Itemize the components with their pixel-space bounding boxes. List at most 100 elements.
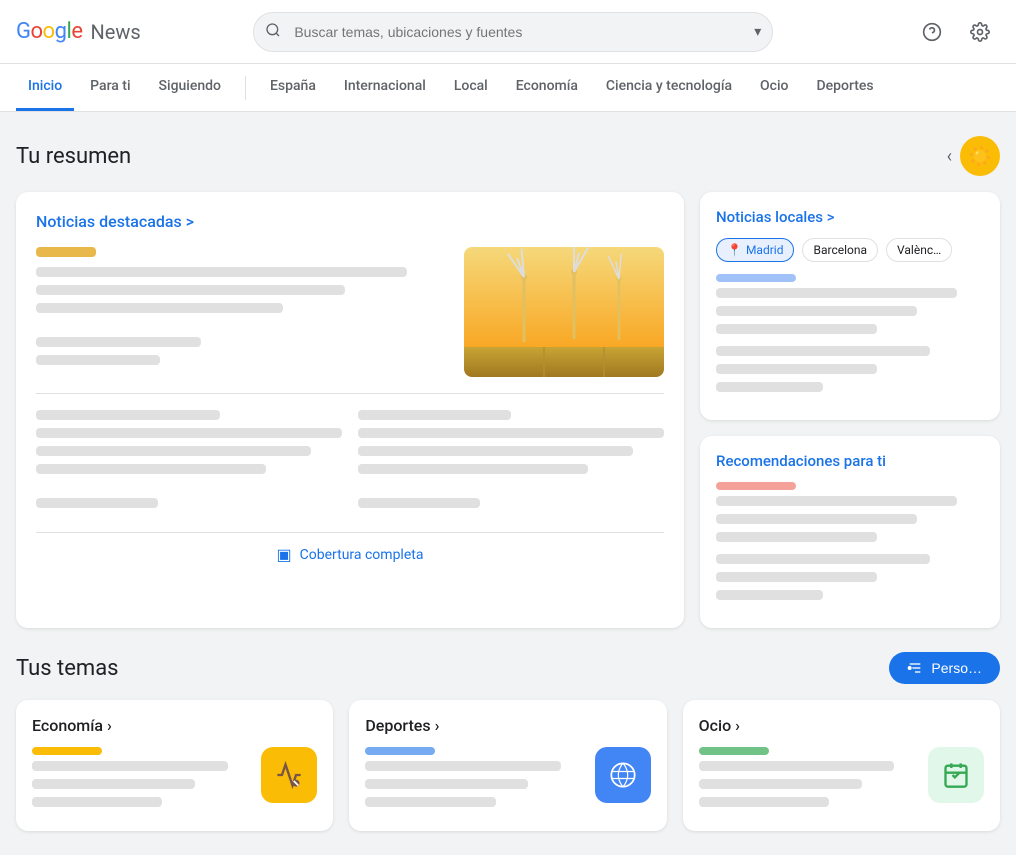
nav-bar: Inicio Para ti Siguiendo España Internac… bbox=[0, 64, 1016, 112]
skel-source-1 bbox=[36, 410, 220, 420]
help-button[interactable] bbox=[912, 12, 952, 52]
resumen-title: Tu resumen bbox=[16, 144, 131, 169]
header-icons bbox=[912, 12, 1000, 52]
settings-button[interactable] bbox=[960, 12, 1000, 52]
nav-item-espana[interactable]: España bbox=[258, 64, 328, 111]
nav-item-local[interactable]: Local bbox=[442, 64, 500, 111]
weather-widget: ‹ ☀️ bbox=[947, 136, 1000, 176]
featured-news-link[interactable]: Noticias destacadas > bbox=[36, 212, 664, 231]
news-text-large bbox=[36, 247, 448, 377]
recommendations-link[interactable]: Recomendaciones para ti bbox=[716, 452, 984, 470]
pin-icon: 📍 bbox=[727, 243, 742, 257]
nav-item-deportes[interactable]: Deportes bbox=[805, 64, 886, 111]
main-content: Tu resumen ‹ ☀️ Noticias destacadas > bbox=[0, 112, 1016, 855]
skel-headline-1c bbox=[36, 464, 266, 474]
tema-economia-text bbox=[32, 747, 249, 815]
coverage-footer[interactable]: ▣ Cobertura completa bbox=[36, 532, 664, 564]
personalizar-button[interactable]: Perso… bbox=[889, 652, 1000, 684]
tema-deportes-text bbox=[365, 747, 582, 815]
tema-ocio-text bbox=[699, 747, 916, 815]
news-item-large bbox=[36, 247, 664, 394]
ocio-icon bbox=[928, 747, 984, 803]
search-bar: ▾ bbox=[253, 12, 773, 52]
nav-item-economia[interactable]: Economía bbox=[504, 64, 590, 111]
featured-news-card: Noticias destacadas > bbox=[16, 192, 684, 628]
tema-card-deportes-header: Deportes › bbox=[365, 716, 650, 735]
skel-headline-1b bbox=[36, 446, 311, 456]
nav-item-ciencia[interactable]: Ciencia y tecnología bbox=[594, 64, 744, 111]
wind-farm-image bbox=[464, 247, 664, 377]
skeleton-headline-2 bbox=[36, 285, 345, 295]
tema-card-economia-header: Economía › bbox=[32, 716, 317, 735]
tema-card-economia: Economía › bbox=[16, 700, 333, 831]
skel-source-2 bbox=[358, 410, 511, 420]
skel-local-tag-1 bbox=[716, 274, 796, 282]
chip-barcelona-label: Barcelona bbox=[813, 243, 867, 257]
tema-ocio-link[interactable]: Ocio › bbox=[699, 716, 740, 735]
tema-deportes-link[interactable]: Deportes › bbox=[365, 716, 439, 735]
tema-card-deportes: Deportes › bbox=[349, 700, 666, 831]
news-bottom-item-1 bbox=[36, 410, 342, 516]
sidebar: Noticias locales > 📍 Madrid Barcelona Va… bbox=[700, 192, 1000, 628]
news-logo-text: News bbox=[90, 20, 140, 44]
rec-news-item-2 bbox=[716, 554, 984, 600]
chip-valencia[interactable]: Valènc… bbox=[886, 238, 952, 262]
nav-item-siguiendo[interactable]: Siguiendo bbox=[147, 64, 233, 111]
search-icon bbox=[265, 22, 281, 42]
skeleton-date bbox=[36, 337, 201, 347]
temas-grid: Economía › bbox=[16, 700, 1000, 831]
local-news-item-2 bbox=[716, 346, 984, 392]
skeleton-tag bbox=[36, 247, 96, 257]
skel-headline-2a bbox=[358, 428, 664, 438]
google-logo: Google bbox=[16, 19, 82, 44]
rec-news-item-1 bbox=[716, 482, 984, 542]
coverage-text: Cobertura completa bbox=[300, 547, 424, 563]
tema-economia-content bbox=[32, 747, 317, 815]
content-grid: Noticias destacadas > bbox=[16, 192, 1000, 628]
skel-headline-1a bbox=[36, 428, 342, 438]
logo-area: Google News bbox=[16, 19, 176, 44]
resumen-section-header: Tu resumen ‹ ☀️ bbox=[16, 136, 1000, 176]
skeleton-source bbox=[36, 355, 160, 365]
skel-rec-tag-1 bbox=[716, 482, 796, 490]
nav-item-ocio[interactable]: Ocio bbox=[748, 64, 800, 111]
nav-item-para-ti[interactable]: Para ti bbox=[78, 64, 142, 111]
chip-madrid-label: Madrid bbox=[746, 243, 784, 257]
weather-icon: ☀️ bbox=[960, 136, 1000, 176]
header: Google News ▾ bbox=[0, 0, 1016, 64]
tus-temas-title: Tus temas bbox=[16, 656, 119, 681]
coverage-icon: ▣ bbox=[277, 545, 292, 564]
chip-valencia-label: Valènc… bbox=[897, 243, 941, 257]
news-bottom-item-2 bbox=[358, 410, 664, 516]
skel-headline-2c bbox=[358, 464, 588, 474]
tema-ocio-content bbox=[699, 747, 984, 815]
nav-item-inicio[interactable]: Inicio bbox=[16, 64, 74, 111]
skel-headline-2b bbox=[358, 446, 633, 456]
skel-date-2 bbox=[358, 498, 480, 508]
economia-icon bbox=[261, 747, 317, 803]
skeleton-headline-3 bbox=[36, 303, 283, 313]
search-dropdown-icon[interactable]: ▾ bbox=[754, 24, 761, 40]
deportes-icon bbox=[595, 747, 651, 803]
nav-item-internacional[interactable]: Internacional bbox=[332, 64, 438, 111]
nav-separator bbox=[245, 76, 246, 100]
skel-date-1 bbox=[36, 498, 158, 508]
local-news-card: Noticias locales > 📍 Madrid Barcelona Va… bbox=[700, 192, 1000, 420]
search-input[interactable] bbox=[253, 12, 773, 52]
tema-card-ocio-header: Ocio › bbox=[699, 716, 984, 735]
location-chips: 📍 Madrid Barcelona Valènc… bbox=[716, 238, 984, 262]
chevron-left-icon[interactable]: ‹ bbox=[947, 146, 952, 167]
chip-madrid[interactable]: 📍 Madrid bbox=[716, 238, 794, 262]
recommendations-card: Recomendaciones para ti bbox=[700, 436, 1000, 628]
local-news-item-1 bbox=[716, 274, 984, 334]
tus-temas-section: Tus temas Perso… Economía › bbox=[16, 652, 1000, 831]
skeleton-headline-1 bbox=[36, 267, 407, 277]
local-news-link[interactable]: Noticias locales > bbox=[716, 208, 984, 226]
chip-barcelona[interactable]: Barcelona bbox=[802, 238, 878, 262]
tema-economia-link[interactable]: Economía › bbox=[32, 716, 112, 735]
tema-card-ocio: Ocio › bbox=[683, 700, 1000, 831]
personalizar-label: Perso… bbox=[931, 660, 982, 676]
news-bottom-grid bbox=[36, 410, 664, 516]
tema-deportes-content bbox=[365, 747, 650, 815]
tus-temas-header: Tus temas Perso… bbox=[16, 652, 1000, 684]
